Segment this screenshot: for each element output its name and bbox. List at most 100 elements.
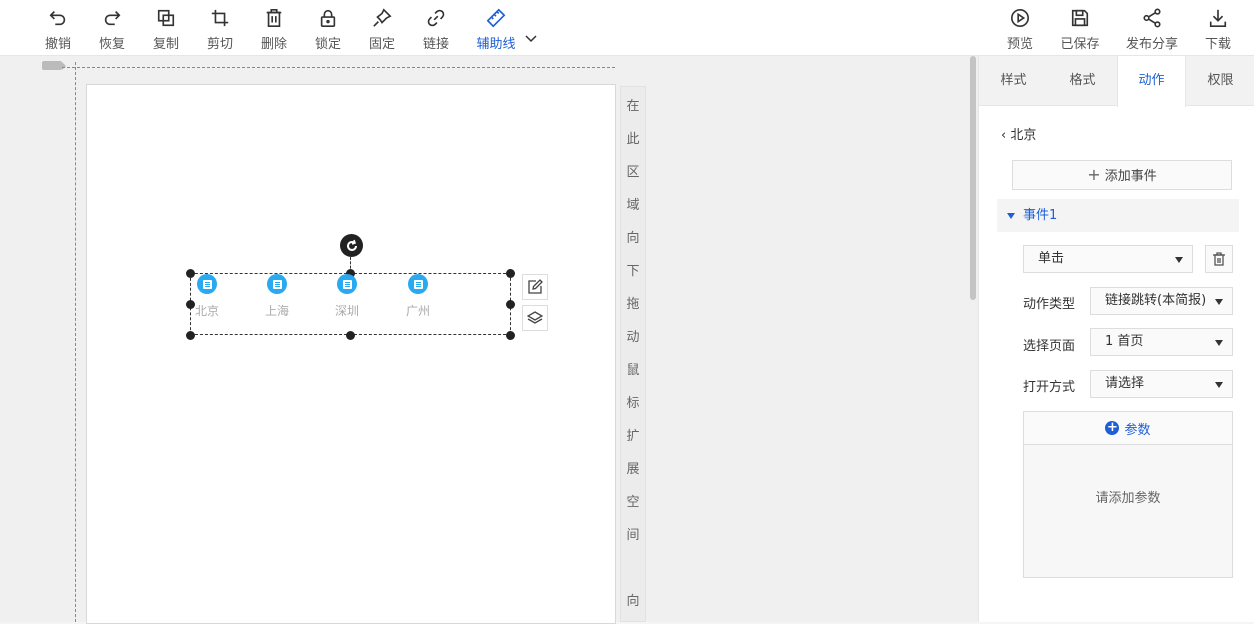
pin-icon [373,8,392,27]
undo-button[interactable]: 撤销 [38,6,78,52]
tab-item-shanghai[interactable]: 上海 [257,274,297,319]
resize-handle-se[interactable] [506,331,515,340]
tab-style[interactable]: 样式 [979,56,1048,106]
copy-button[interactable]: 复制 [146,6,186,52]
save-label: 已保存 [1060,37,1100,52]
add-param-button[interactable]: + 参数 [1024,412,1232,445]
open-mode-value: 请选择 [1105,376,1145,391]
pin-button[interactable]: 固定 [362,6,402,52]
tab-format[interactable]: 格式 [1048,56,1117,106]
select-page-select[interactable]: 1 首页 [1090,328,1233,356]
hint-char: 区 [626,165,640,180]
tab-permission[interactable]: 权限 [1186,56,1254,106]
rotate-icon [346,239,357,251]
tab-label: 广州 [405,304,430,318]
crop-icon [211,9,229,27]
resize-handle-ne[interactable] [506,269,515,278]
download-button[interactable]: 下载 [1198,6,1238,52]
download-icon [1209,9,1227,27]
event-title: 事件1 [1023,208,1058,223]
action-type-value: 链接跳转(本简报) [1105,293,1207,308]
edit-icon [528,279,543,294]
hint-char: 间 [626,528,640,543]
hint-char: 动 [626,330,640,345]
share-icon [1143,8,1161,28]
delete-event-button[interactable] [1205,245,1233,273]
document-icon [337,274,357,294]
undo-icon [49,11,66,26]
params-box: + 参数 请添加参数 [1023,411,1233,578]
guideline-tag[interactable] [42,61,66,70]
event-header[interactable]: 事件1 [997,199,1239,232]
cut-button[interactable]: 剪切 [200,6,240,52]
layers-button[interactable] [522,305,548,331]
share-button[interactable]: 发布分享 [1126,6,1178,52]
extend-area-hint[interactable]: 在 此 区 域 向 下 拖 动 鼠 标 扩 展 空 间 向 [620,86,646,622]
undo-label: 撤销 [44,37,71,52]
page-canvas[interactable] [86,84,616,624]
chevron-down-icon[interactable] [523,30,539,46]
pin-label: 固定 [368,37,395,52]
panel-tabs: 样式 格式 动作 权限 [979,56,1254,107]
guideline-button[interactable]: 辅助线 [466,6,526,52]
hint-char: 拖 [626,297,640,312]
document-icon [197,274,217,294]
hint-char: 向 [626,231,640,246]
resize-handle-sw[interactable] [186,331,195,340]
lock-button[interactable]: 锁定 [308,6,348,52]
open-mode-label: 打开方式 [1023,380,1076,395]
params-empty-text: 请添加参数 [1095,491,1161,506]
trash-icon [266,9,282,27]
preview-label: 预览 [1006,37,1033,52]
document-icon [267,274,287,294]
guideline-label: 辅助线 [476,37,516,52]
redo-label: 恢复 [98,37,125,52]
tab-item-guangzhou[interactable]: 广州 [398,274,438,319]
copy-icon [157,9,175,27]
plus-icon: + [1087,165,1101,184]
cut-label: 剪切 [206,37,233,52]
hint-char: 下 [626,264,640,279]
select-page-value: 1 首页 [1105,334,1144,349]
link-icon [427,9,445,27]
hint-char: 扩 [626,429,640,444]
resize-handle-e[interactable] [506,300,515,309]
horizontal-guideline[interactable] [62,67,615,68]
resize-handle-s[interactable] [346,331,355,340]
lock-label: 锁定 [314,37,341,52]
add-event-button[interactable]: + 添加事件 [1012,160,1232,190]
properties-panel: 样式 格式 动作 权限 ‹ 北京 + 添加事件 事件1 单击 动作类型 链接跳转… [978,56,1254,622]
save-button[interactable]: 已保存 [1060,6,1100,52]
scrollbar-thumb[interactable] [970,56,976,300]
canvas-scrollbar[interactable] [968,56,978,622]
hint-char: 此 [626,132,640,147]
tab-label: 北京 [194,304,219,318]
action-type-select[interactable]: 链接跳转(本简报) [1090,287,1233,315]
tab-item-beijing[interactable]: 北京 [187,274,227,319]
preview-button[interactable]: 预览 [1000,6,1040,52]
rotate-handle[interactable] [340,234,363,257]
link-button[interactable]: 链接 [416,6,456,52]
hint-char: 在 [626,99,640,114]
params-label: 参数 [1124,422,1151,438]
vertical-guideline[interactable] [75,62,76,622]
action-type-label: 动作类型 [1023,297,1076,312]
delete-button[interactable]: 删除 [254,6,294,52]
select-page-label: 选择页面 [1023,339,1076,354]
hint-char: 向 [626,594,640,609]
back-link[interactable]: ‹ 北京 [1001,124,1036,143]
trigger-value: 单击 [1038,251,1065,266]
trigger-select[interactable]: 单击 [1023,245,1193,273]
trash-icon [1213,252,1225,266]
plus-circle-icon: + [1105,420,1120,435]
add-event-label: 添加事件 [1104,169,1157,184]
ruler-icon [486,8,506,28]
link-label: 链接 [422,37,449,52]
edit-component-button[interactable] [522,274,548,300]
tab-action[interactable]: 动作 [1117,56,1186,107]
redo-button[interactable]: 恢复 [92,6,132,52]
copy-label: 复制 [152,37,179,52]
open-mode-select[interactable]: 请选择 [1090,370,1233,398]
hint-char: 标 [626,396,640,411]
tab-item-shenzhen[interactable]: 深圳 [327,274,367,319]
